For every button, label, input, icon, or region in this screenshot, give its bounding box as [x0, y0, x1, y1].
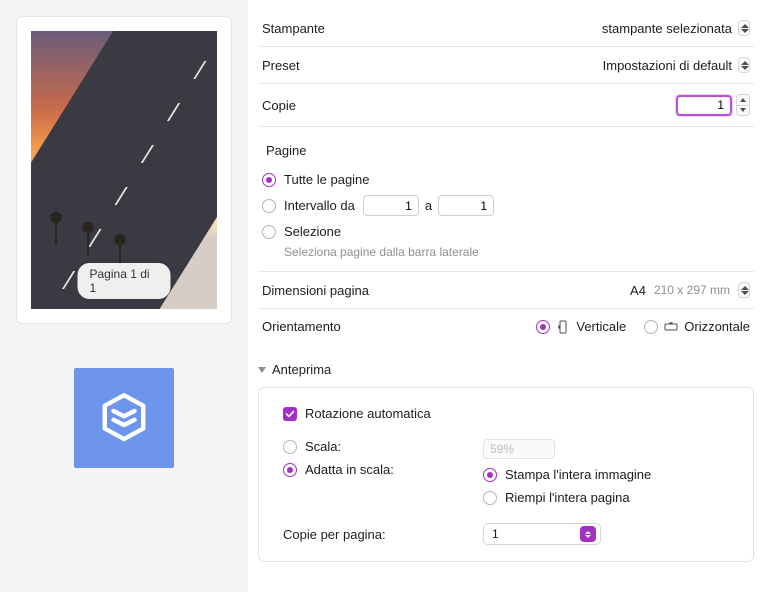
- copies-label: Copie: [262, 98, 296, 113]
- chevron-updown-icon[interactable]: [738, 282, 750, 298]
- orientation-landscape[interactable]: Orizzontale: [644, 319, 750, 334]
- selection-hint: Seleziona pagine dalla barra laterale: [284, 245, 750, 259]
- radio-icon: [283, 440, 297, 454]
- preset-label: Preset: [262, 58, 300, 73]
- printer-select[interactable]: stampante selezionata: [602, 20, 750, 36]
- page-size-label: Dimensioni pagina: [262, 283, 369, 298]
- preview-card: Pagina 1 di 1: [16, 16, 232, 324]
- preview-thumbnail: Pagina 1 di 1: [31, 31, 217, 309]
- preview-options-panel: Rotazione automatica Scala: Adatta in sc…: [258, 387, 754, 562]
- orientation-portrait[interactable]: Verticale: [536, 319, 626, 334]
- app-icon: [74, 368, 174, 468]
- scale-option[interactable]: Scala:: [283, 435, 483, 458]
- radio-icon: [283, 463, 297, 477]
- chevron-updown-icon: [738, 20, 750, 36]
- scale-percent-input[interactable]: [483, 439, 555, 459]
- radio-icon: [262, 173, 276, 187]
- page-size-row: Dimensioni pagina A4 210 x 297 mm: [258, 272, 754, 309]
- print-entire-option[interactable]: Stampa l'intera immagine: [483, 463, 737, 486]
- preview-panel: Pagina 1 di 1: [0, 0, 248, 592]
- checkbox-checked-icon: [283, 407, 297, 421]
- copies-per-page-label: Copie per pagina:: [283, 527, 386, 542]
- range-to-input[interactable]: [438, 195, 494, 216]
- pages-selection-option[interactable]: Selezione: [262, 220, 750, 243]
- range-from-input[interactable]: [363, 195, 419, 216]
- copies-input[interactable]: [676, 95, 732, 116]
- preset-select[interactable]: Impostazioni di default: [603, 57, 750, 73]
- radio-icon: [483, 491, 497, 505]
- radio-icon: [262, 225, 276, 239]
- page-indicator: Pagina 1 di 1: [78, 263, 171, 299]
- radio-icon: [644, 320, 658, 334]
- settings-panel: Stampante stampante selezionata Preset I…: [248, 0, 770, 592]
- printer-row: Stampante stampante selezionata: [258, 10, 754, 47]
- copies-per-page-select[interactable]: 1: [483, 523, 601, 545]
- copies-stepper[interactable]: [736, 94, 750, 116]
- chevron-updown-icon: [738, 57, 750, 73]
- radio-icon: [483, 468, 497, 482]
- radio-icon: [536, 320, 550, 334]
- chevron-updown-icon: [580, 526, 596, 542]
- pages-label: Pagine: [266, 143, 750, 158]
- orientation-row: Orientamento Verticale Orizzontale: [258, 309, 754, 344]
- fit-option[interactable]: Adatta in scala:: [283, 458, 483, 481]
- printer-label: Stampante: [262, 21, 325, 36]
- fill-page-option[interactable]: Riempi l'intera pagina: [483, 486, 737, 509]
- orientation-label: Orientamento: [262, 319, 341, 334]
- radio-icon: [262, 199, 276, 213]
- landscape-icon: [664, 320, 678, 334]
- preset-row: Preset Impostazioni di default: [258, 47, 754, 84]
- auto-rotate-option[interactable]: Rotazione automatica: [283, 402, 737, 425]
- pages-range-option[interactable]: Intervallo da a: [262, 191, 750, 220]
- disclosure-triangle-icon: [258, 367, 266, 373]
- copies-row: Copie: [258, 84, 754, 127]
- page-size-value: A4: [630, 283, 646, 298]
- page-size-dims: 210 x 297 mm: [654, 283, 730, 297]
- preview-disclosure[interactable]: Anteprima: [258, 362, 754, 377]
- portrait-icon: [556, 320, 570, 334]
- pages-section: Pagine Tutte le pagine Intervallo da a S…: [258, 127, 754, 272]
- pages-all-option[interactable]: Tutte le pagine: [262, 168, 750, 191]
